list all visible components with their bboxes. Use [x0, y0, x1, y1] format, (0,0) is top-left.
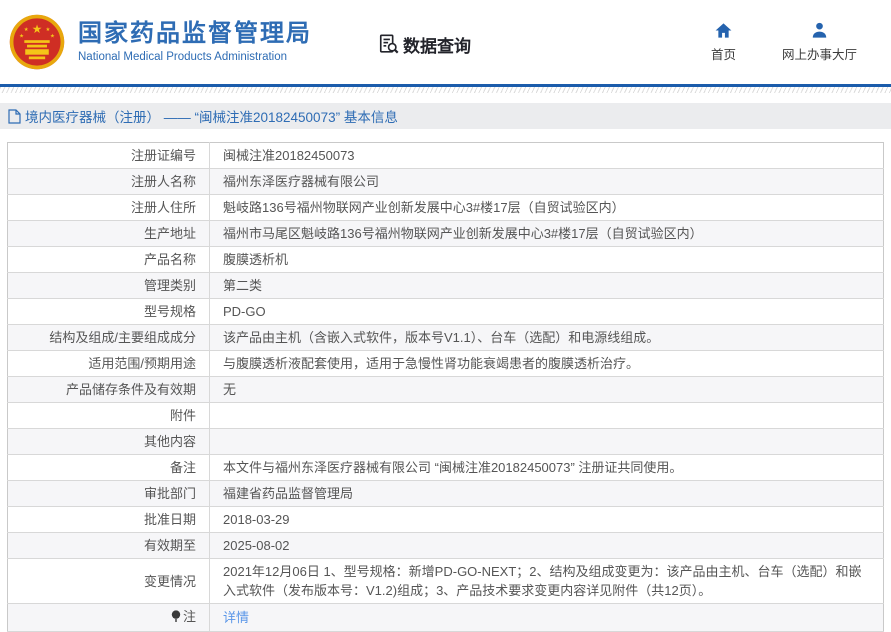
- page-title: 境内医疗器械（注册） —— “闽械注准20182450073” 基本信息: [25, 106, 398, 126]
- row-value: 2018-03-29: [210, 507, 884, 533]
- svg-text:★: ★: [45, 27, 50, 33]
- national-emblem-icon: ★ ★ ★ ★ ★: [8, 13, 66, 71]
- row-label: 管理类别: [8, 273, 210, 299]
- row-label: 有效期至: [8, 533, 210, 559]
- nav-service-hall[interactable]: 网上办事大厅: [782, 21, 857, 63]
- row-value: 详情: [210, 604, 884, 632]
- data-query-label: 数据查询: [403, 32, 471, 57]
- table-row: 审批部门福建省药品监督管理局: [8, 481, 884, 507]
- svg-text:★: ★: [19, 33, 24, 39]
- home-icon: [714, 21, 733, 40]
- row-label: 审批部门: [8, 481, 210, 507]
- hatch-strip: [0, 87, 891, 93]
- table-row: 注详情: [8, 604, 884, 632]
- row-label: 批准日期: [8, 507, 210, 533]
- row-label: 型号规格: [8, 299, 210, 325]
- row-value: 2021年12月06日 1、型号规格：新增PD-GO-NEXT；2、结构及组成变…: [210, 559, 884, 604]
- row-value: 与腹膜透析液配套使用，适用于急慢性肾功能衰竭患者的腹膜透析治疗。: [210, 351, 884, 377]
- row-label: 注: [8, 604, 210, 632]
- row-value: [210, 403, 884, 429]
- registration-info-table: 注册证编号闽械注准20182450073注册人名称福州东泽医疗器械有限公司注册人…: [7, 142, 884, 632]
- table-row: 结构及组成/主要组成成分该产品由主机（含嵌入式软件，版本号V1.1）、台车（选配…: [8, 325, 884, 351]
- nav-home[interactable]: 首页: [711, 21, 736, 63]
- row-value: 闽械注准20182450073: [210, 143, 884, 169]
- row-value: 无: [210, 377, 884, 403]
- data-query-section[interactable]: 数据查询: [378, 32, 471, 57]
- table-row: 适用范围/预期用途与腹膜透析液配套使用，适用于急慢性肾功能衰竭患者的腹膜透析治疗…: [8, 351, 884, 377]
- document-search-icon: [378, 33, 400, 55]
- row-value: PD-GO: [210, 299, 884, 325]
- row-label: 变更情况: [8, 559, 210, 604]
- svg-text:★: ★: [32, 23, 43, 36]
- row-label: 产品储存条件及有效期: [8, 377, 210, 403]
- row-value: 魁岐路136号福州物联网产业创新发展中心3#楼17层（自贸试验区内）: [210, 195, 884, 221]
- row-value: 本文件与福州东泽医疗器械有限公司 “闽械注准20182450073” 注册证共同…: [210, 455, 884, 481]
- info-table-body: 注册证编号闽械注准20182450073注册人名称福州东泽医疗器械有限公司注册人…: [8, 143, 884, 632]
- row-label: 适用范围/预期用途: [8, 351, 210, 377]
- org-name-en: National Medical Products Administration: [78, 50, 312, 65]
- table-row: 管理类别第二类: [8, 273, 884, 299]
- note-balloon-icon: [170, 609, 182, 628]
- detail-link[interactable]: 详情: [223, 610, 249, 625]
- row-value: 福州东泽医疗器械有限公司: [210, 169, 884, 195]
- row-label: 备注: [8, 455, 210, 481]
- table-row: 备注本文件与福州东泽医疗器械有限公司 “闽械注准20182450073” 注册证…: [8, 455, 884, 481]
- row-label: 注册人住所: [8, 195, 210, 221]
- table-row: 其他内容: [8, 429, 884, 455]
- row-value: 腹膜透析机: [210, 247, 884, 273]
- row-label: 产品名称: [8, 247, 210, 273]
- user-icon: [810, 21, 829, 40]
- page-doc-icon: [8, 109, 21, 124]
- svg-text:★: ★: [24, 27, 29, 33]
- row-label: 结构及组成/主要组成成分: [8, 325, 210, 351]
- row-value: 第二类: [210, 273, 884, 299]
- table-row: 附件: [8, 403, 884, 429]
- nav-service-hall-label: 网上办事大厅: [782, 44, 857, 63]
- table-row: 产品储存条件及有效期无: [8, 377, 884, 403]
- org-name-zh: 国家药品监督管理局: [78, 20, 312, 48]
- table-row: 型号规格PD-GO: [8, 299, 884, 325]
- row-label: 注册人名称: [8, 169, 210, 195]
- table-row: 注册人住所魁岐路136号福州物联网产业创新发展中心3#楼17层（自贸试验区内）: [8, 195, 884, 221]
- nav-home-label: 首页: [711, 44, 736, 63]
- table-row: 注册人名称福州东泽医疗器械有限公司: [8, 169, 884, 195]
- row-label: 注册证编号: [8, 143, 210, 169]
- table-row: 产品名称腹膜透析机: [8, 247, 884, 273]
- row-value: 福州市马尾区魁岐路136号福州物联网产业创新发展中心3#楼17层（自贸试验区内）: [210, 221, 884, 247]
- org-names: 国家药品监督管理局 National Medical Products Admi…: [78, 20, 312, 65]
- nmpa-logo[interactable]: ★ ★ ★ ★ ★ 国家药品监督管理局 National Medical Pro…: [8, 13, 312, 71]
- table-row: 批准日期2018-03-29: [8, 507, 884, 533]
- svg-text:★: ★: [50, 33, 55, 39]
- breadcrumb: 境内医疗器械（注册） —— “闽械注准20182450073” 基本信息: [0, 103, 891, 129]
- row-value: [210, 429, 884, 455]
- table-row: 注册证编号闽械注准20182450073: [8, 143, 884, 169]
- row-label: 其他内容: [8, 429, 210, 455]
- table-row: 变更情况2021年12月06日 1、型号规格：新增PD-GO-NEXT；2、结构…: [8, 559, 884, 604]
- row-label: 生产地址: [8, 221, 210, 247]
- page-header: ★ ★ ★ ★ ★ 国家药品监督管理局 National Medical Pro…: [0, 0, 891, 84]
- table-row: 有效期至2025-08-02: [8, 533, 884, 559]
- row-label: 附件: [8, 403, 210, 429]
- row-value: 2025-08-02: [210, 533, 884, 559]
- table-row: 生产地址福州市马尾区魁岐路136号福州物联网产业创新发展中心3#楼17层（自贸试…: [8, 221, 884, 247]
- row-value: 该产品由主机（含嵌入式软件，版本号V1.1）、台车（选配）和电源线组成。: [210, 325, 884, 351]
- row-value: 福建省药品监督管理局: [210, 481, 884, 507]
